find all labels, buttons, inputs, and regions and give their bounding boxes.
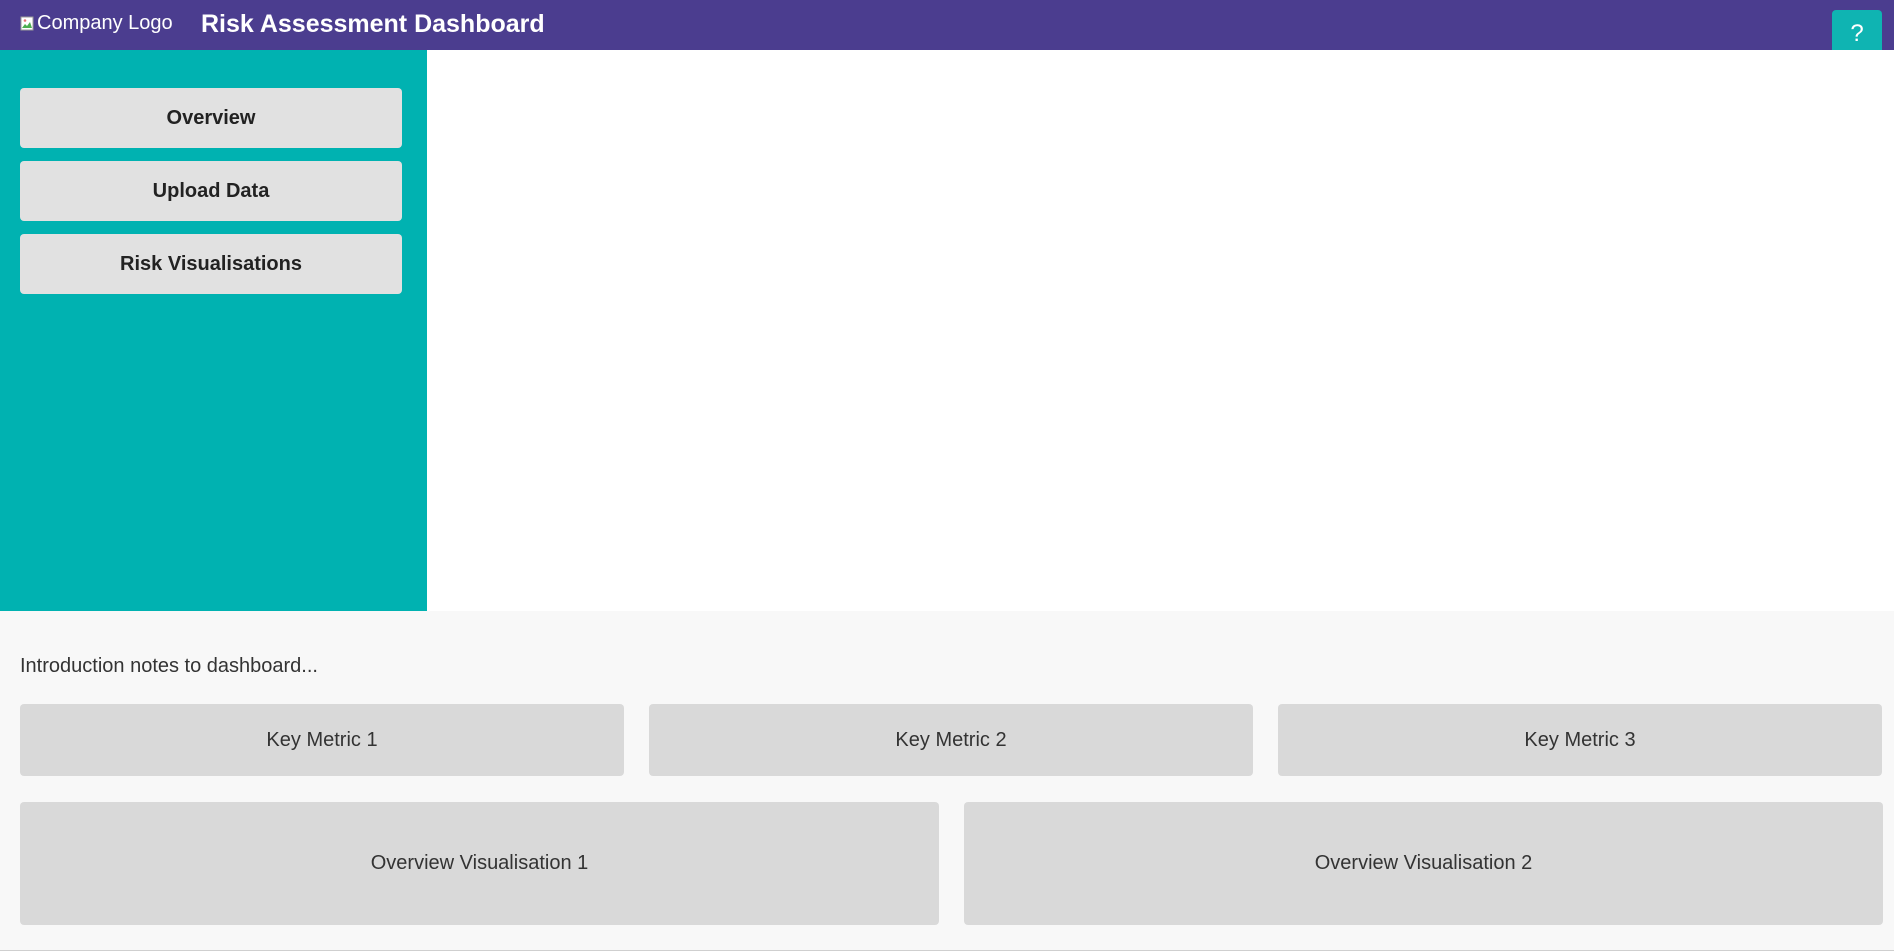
overview-section: Introduction notes to dashboard... Key M… xyxy=(0,611,1894,951)
sidebar-item-risk-visualisations[interactable]: Risk Visualisations xyxy=(20,234,402,294)
company-logo-alt-text: Company Logo xyxy=(37,12,173,34)
key-metric-card-2: Key Metric 2 xyxy=(649,704,1253,776)
top-header: Company Logo Risk Assessment Dashboard ? xyxy=(0,0,1894,58)
main-content-area xyxy=(427,50,1894,611)
sidebar-item-overview[interactable]: Overview xyxy=(20,88,402,148)
overview-visualisation-1: Overview Visualisation 1 xyxy=(20,802,939,925)
overview-visualisation-2: Overview Visualisation 2 xyxy=(964,802,1883,925)
question-mark-icon: ? xyxy=(1850,20,1864,47)
sidebar: Overview Upload Data Risk Visualisations xyxy=(0,50,427,611)
key-metric-card-1: Key Metric 1 xyxy=(20,704,624,776)
broken-image-icon xyxy=(20,14,36,31)
intro-notes: Introduction notes to dashboard... xyxy=(20,655,318,677)
key-metric-card-3: Key Metric 3 xyxy=(1278,704,1882,776)
sidebar-item-upload-data[interactable]: Upload Data xyxy=(20,161,402,221)
page-title: Risk Assessment Dashboard xyxy=(201,10,545,38)
company-logo[interactable]: Company Logo xyxy=(20,11,173,35)
